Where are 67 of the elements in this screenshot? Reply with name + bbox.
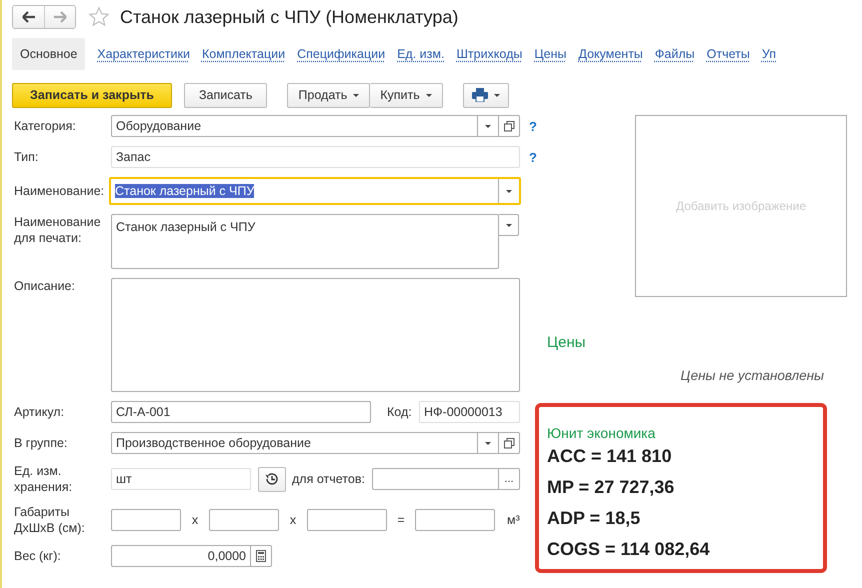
volume-field[interactable]: [415, 509, 495, 531]
print-name-field[interactable]: Станок лазерный с ЧПУ: [111, 214, 499, 269]
tab[interactable]: Отчеты: [706, 38, 750, 70]
field-label: Артикул:: [14, 404, 66, 420]
weight-field[interactable]: 0,0000: [111, 545, 272, 567]
printer-icon: [472, 88, 488, 102]
tab[interactable]: Спецификации: [297, 38, 386, 70]
field-label: для отчетов:: [292, 472, 366, 486]
open-icon: [504, 438, 514, 448]
operator: x: [288, 513, 298, 527]
metric: MP = 27 727,36: [547, 476, 676, 499]
prices-note: Цены не установлены: [680, 368, 824, 383]
height-field[interactable]: [307, 509, 387, 531]
metric: ADP = 18,5: [547, 507, 642, 530]
section-title: Цены: [547, 334, 587, 351]
field-label: Ед. изм. хранения:: [14, 463, 74, 495]
tab[interactable]: Документы: [578, 38, 643, 70]
tab[interactable]: Файлы: [654, 38, 695, 70]
tab[interactable]: Характеристики: [97, 38, 190, 70]
field-label: Категория:: [14, 118, 77, 134]
field-label: Вес (кг):: [14, 548, 62, 564]
help-link[interactable]: ?: [529, 150, 537, 164]
tab[interactable]: Цены: [534, 38, 566, 70]
code-field[interactable]: НФ-00000013: [419, 401, 520, 423]
dropdown-button[interactable]: Купить: [370, 82, 443, 108]
history-icon: [264, 471, 280, 487]
length-field[interactable]: [111, 509, 181, 531]
right-arrow-icon: [53, 11, 67, 23]
field-label: В группе:: [14, 435, 68, 451]
section-title: Юнит экономика: [547, 425, 656, 441]
tab[interactable]: Штрихкоды: [456, 38, 522, 70]
field-label: Описание:: [14, 278, 76, 294]
article-field[interactable]: СЛ-А-001: [111, 401, 371, 423]
description-field[interactable]: [111, 278, 520, 392]
field-label: Наименование:: [14, 183, 106, 199]
field-label: Код:: [387, 405, 413, 419]
metric: COGS = 114 082,64: [547, 538, 711, 561]
print-button[interactable]: [462, 82, 509, 108]
width-field[interactable]: [209, 509, 279, 531]
save-and-close-button[interactable]: Записать и закрыть: [12, 82, 172, 108]
calculator-icon: [256, 550, 266, 562]
operator: =: [396, 513, 406, 527]
group-field[interactable]: Производственное оборудование: [111, 432, 520, 454]
metric: ACC = 141 810: [547, 445, 673, 468]
back-button[interactable]: [13, 6, 44, 28]
field-label: Тип:: [14, 149, 40, 165]
window-title: Станок лазерный с ЧПУ (Номенклатура): [120, 6, 458, 28]
operator: x: [190, 513, 200, 527]
name-field[interactable]: Станок лазерный с ЧПУ: [109, 177, 521, 205]
unit-field[interactable]: шт: [111, 468, 251, 490]
category-field[interactable]: Оборудование: [111, 115, 520, 137]
open-icon: [504, 120, 514, 132]
save-button[interactable]: Записать: [184, 82, 268, 108]
tab[interactable]: Комплектации: [202, 38, 286, 70]
tab[interactable]: Уп: [762, 38, 776, 70]
help-link[interactable]: ?: [529, 118, 537, 134]
field-label: Габариты ДхШхВ (см):: [14, 504, 86, 536]
history-button[interactable]: [258, 466, 286, 492]
tab[interactable]: Ед. изм.: [397, 38, 444, 70]
tab[interactable]: Основное: [12, 38, 86, 70]
type-field[interactable]: Запас: [111, 146, 520, 168]
star-icon[interactable]: [88, 6, 110, 28]
report-unit-field[interactable]: ...: [372, 468, 520, 490]
left-arrow-icon: [22, 11, 36, 23]
field-label: Наименование для печати:: [14, 214, 102, 246]
dropdown-button[interactable]: Продать: [287, 82, 370, 108]
unit-label: м³: [507, 513, 520, 527]
